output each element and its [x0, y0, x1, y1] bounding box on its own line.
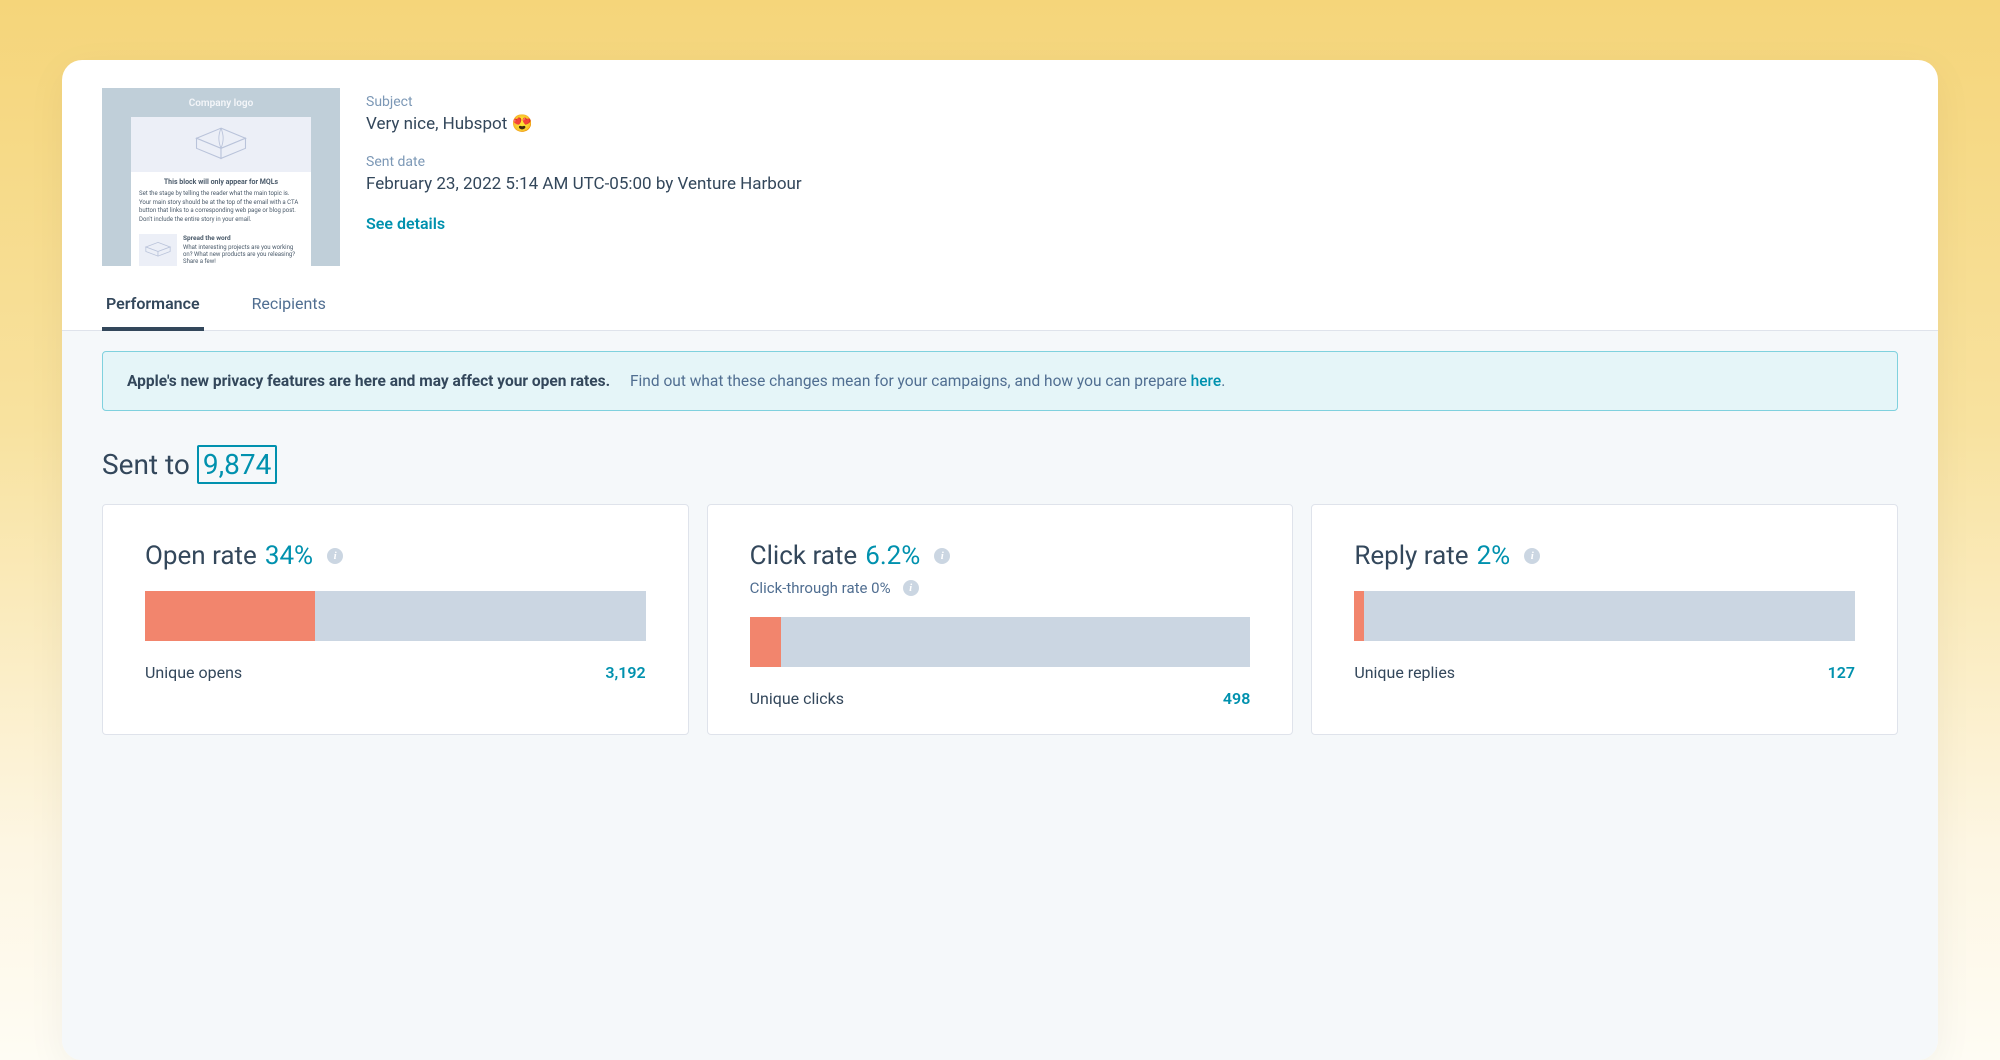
reply-rate-title: Reply rate 2% i — [1354, 541, 1855, 571]
tabs: Performance Recipients — [62, 266, 1938, 331]
notice-text: Find out what these changes mean for you… — [630, 372, 1191, 390]
click-rate-title: Click rate 6.2% i — [750, 541, 1251, 571]
unique-replies-value: 127 — [1828, 663, 1855, 682]
click-rate-pct: 6.2% — [865, 541, 920, 571]
email-performance-panel: Company logo This block will only appear… — [62, 60, 1938, 1060]
email-header: Company logo This block will only appear… — [62, 60, 1938, 266]
open-rate-bar-fill — [145, 591, 315, 641]
sent-to-label: Sent to — [102, 448, 197, 481]
unique-opens-label: Unique opens — [145, 663, 242, 682]
sent-to: Sent to 9,874 — [102, 445, 1898, 484]
click-rate-bar — [750, 617, 1251, 667]
unique-clicks-value: 498 — [1223, 689, 1250, 708]
sent-date-label: Sent date — [366, 154, 802, 170]
privacy-notice: Apple's new privacy features are here an… — [102, 351, 1898, 411]
open-rate-title: Open rate 34% i — [145, 541, 646, 571]
sent-to-count[interactable]: 9,874 — [197, 445, 277, 484]
click-through-sub: Click-through rate 0% i — [750, 579, 1251, 597]
email-thumbnail[interactable]: Company logo This block will only appear… — [102, 88, 340, 266]
stats-row: Open rate 34% i Unique opens 3,192 Click… — [102, 504, 1898, 735]
info-icon[interactable]: i — [327, 548, 343, 564]
notice-link[interactable]: here — [1191, 372, 1222, 390]
email-meta: Subject Very nice, Hubspot 😍 Sent date F… — [366, 88, 802, 266]
thumbnail-text-block: This block will only appear for MQLs Set… — [131, 172, 311, 230]
thumbnail-hero-image — [131, 117, 311, 172]
reply-rate-pct: 2% — [1477, 541, 1511, 571]
reply-rate-bar — [1354, 591, 1855, 641]
open-rate-pct: 34% — [265, 541, 313, 571]
reply-rate-card: Reply rate 2% i Unique replies 127 — [1311, 504, 1898, 735]
open-rate-card: Open rate 34% i Unique opens 3,192 — [102, 504, 689, 735]
unique-clicks-label: Unique clicks — [750, 689, 844, 708]
performance-content: Apple's new privacy features are here an… — [62, 331, 1938, 1060]
see-details-link[interactable]: See details — [366, 214, 802, 233]
info-icon[interactable]: i — [903, 580, 919, 596]
tab-recipients[interactable]: Recipients — [248, 294, 330, 331]
sent-date-value: February 23, 2022 5:14 AM UTC-05:00 by V… — [366, 174, 802, 194]
reply-rate-bar-fill — [1354, 591, 1364, 641]
thumbnail-logo-text: Company logo — [189, 98, 254, 109]
unique-opens-value: 3,192 — [605, 663, 645, 682]
click-rate-card: Click rate 6.2% i Click-through rate 0% … — [707, 504, 1294, 735]
subject-label: Subject — [366, 94, 802, 110]
subject-value: Very nice, Hubspot 😍 — [366, 114, 802, 134]
click-rate-bar-fill — [750, 617, 781, 667]
notice-headline: Apple's new privacy features are here an… — [127, 372, 610, 390]
thumbnail-spread-block: Spread the word What interesting project… — [131, 230, 311, 266]
tab-performance[interactable]: Performance — [102, 294, 204, 331]
info-icon[interactable]: i — [934, 548, 950, 564]
info-icon[interactable]: i — [1524, 548, 1540, 564]
open-rate-bar — [145, 591, 646, 641]
unique-replies-label: Unique replies — [1354, 663, 1455, 682]
